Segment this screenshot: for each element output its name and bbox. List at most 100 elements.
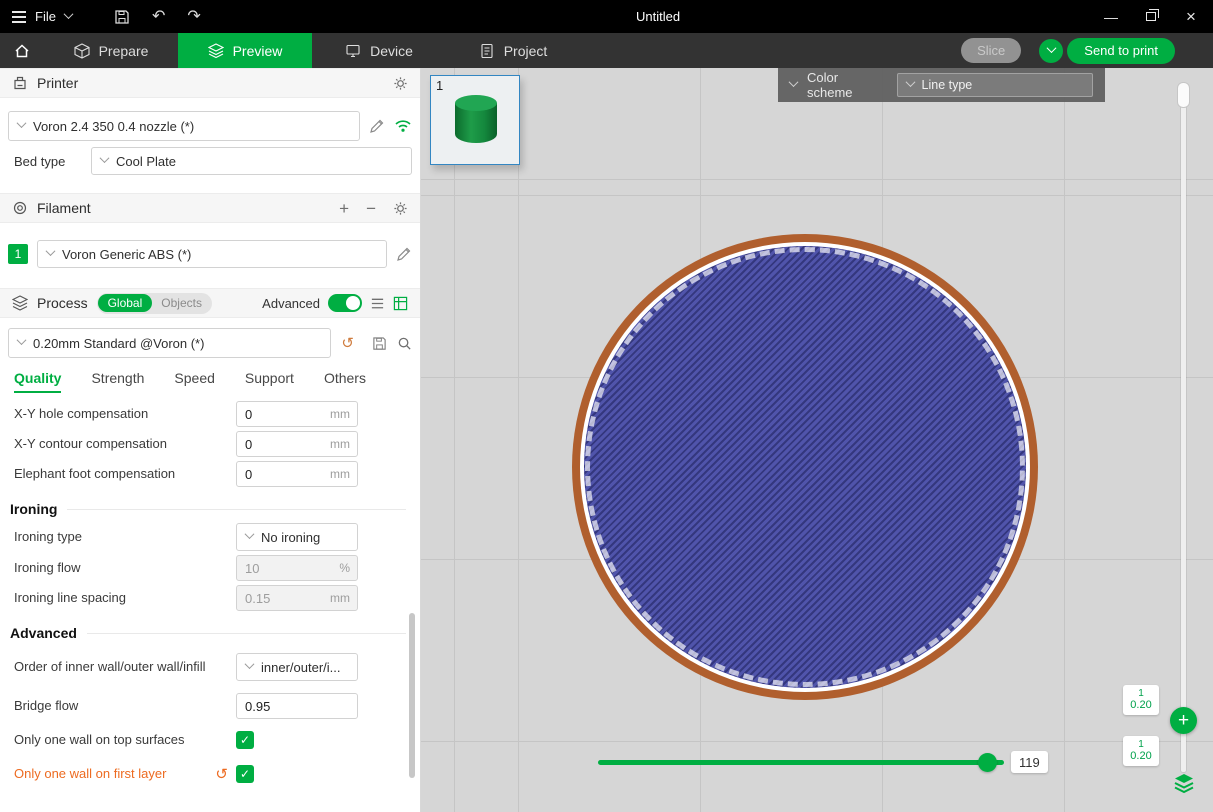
ironing-type-select[interactable]: No ironing	[236, 523, 358, 551]
scope-objects[interactable]: Objects	[152, 294, 211, 312]
tab-speed[interactable]: Speed	[174, 370, 214, 393]
send-options-button[interactable]	[1039, 39, 1063, 63]
preview-viewport[interactable]: 1 Color scheme Line type 119 1 0.20	[421, 68, 1213, 812]
move-slider-value: 119	[1011, 751, 1048, 773]
ironing-line-spacing-input	[237, 591, 327, 606]
ironing-flow-field: %	[236, 555, 358, 581]
file-menu-chevron-icon[interactable]	[64, 9, 74, 19]
unit-label: mm	[327, 467, 357, 481]
param-row: X-Y hole compensation mm	[0, 401, 420, 427]
home-button[interactable]	[0, 33, 44, 68]
tab-preview[interactable]: Preview	[178, 33, 312, 68]
edit-filament-icon[interactable]	[396, 246, 412, 262]
send-to-print-button[interactable]: Send to print	[1067, 38, 1175, 64]
param-label: Ironing type	[14, 529, 236, 545]
layers-view-button[interactable]	[1171, 770, 1197, 796]
chevron-down-icon[interactable]	[789, 77, 799, 87]
wifi-connection-icon[interactable]	[394, 119, 412, 133]
search-icon[interactable]	[397, 336, 412, 351]
edit-printer-icon[interactable]	[369, 118, 385, 134]
xy-hole-compensation-input[interactable]	[237, 407, 327, 422]
advanced-mode-label: Advanced	[262, 296, 320, 311]
save-icon[interactable]	[114, 9, 130, 25]
printer-section-title: Printer	[37, 75, 78, 91]
add-filament-icon[interactable]: +	[339, 200, 349, 217]
unit-label: mm	[327, 407, 357, 421]
chevron-down-icon	[1046, 43, 1056, 53]
plate-number: 1	[436, 78, 443, 93]
elephant-foot-compensation-input[interactable]	[237, 467, 327, 482]
plate-thumbnail[interactable]: 1	[430, 75, 520, 165]
param-row: Only one wall on first layer ↺ ✓	[0, 761, 420, 787]
close-button[interactable]: ×	[1171, 0, 1211, 33]
slice-button[interactable]: Slice	[961, 38, 1021, 63]
tab-others[interactable]: Others	[324, 370, 366, 393]
param-label-modified: Only one wall on first layer	[14, 766, 215, 782]
one-wall-top-checkbox[interactable]: ✓	[236, 731, 254, 749]
param-label: Bridge flow	[14, 698, 236, 714]
save-preset-icon[interactable]	[372, 336, 387, 351]
sidebar-scrollbar[interactable]	[409, 613, 415, 778]
param-row: Elephant foot compensation mm	[0, 461, 420, 487]
bed-type-label: Bed type	[8, 154, 82, 169]
app-window: File ↶ ↷ Untitled — × Prepare Preview	[0, 0, 1213, 812]
maximize-button[interactable]	[1131, 0, 1171, 33]
tab-prepare[interactable]: Prepare	[44, 33, 178, 68]
reset-setting-icon[interactable]: ↺	[215, 767, 228, 782]
filament-settings-gear-icon[interactable]	[393, 201, 408, 216]
bridge-flow-input[interactable]	[237, 699, 357, 714]
param-label: X-Y hole compensation	[14, 406, 236, 422]
process-scope-toggle[interactable]: Global Objects	[97, 293, 212, 314]
move-slider-handle[interactable]	[978, 753, 997, 772]
tab-project[interactable]: Project	[446, 33, 580, 68]
objects-table-icon[interactable]	[393, 296, 408, 311]
tab-device[interactable]: Device	[312, 33, 446, 68]
xy-contour-compensation-field: mm	[236, 431, 358, 457]
settings-sidebar: Printer Voron 2.4 350 0.4 nozzle (*) Bed…	[0, 68, 421, 812]
param-row: Ironing flow %	[0, 555, 420, 581]
elephant-foot-compensation-field: mm	[236, 461, 358, 487]
reset-preset-icon[interactable]: ↺	[341, 336, 354, 351]
tab-strength[interactable]: Strength	[91, 370, 144, 393]
minimize-button[interactable]: —	[1091, 0, 1131, 33]
prepare-icon	[74, 43, 90, 59]
redo-icon[interactable]: ↷	[187, 9, 200, 25]
bed-type-select[interactable]: Cool Plate	[91, 147, 412, 175]
home-icon	[13, 42, 31, 60]
unit-label: mm	[327, 437, 357, 451]
wall-order-select[interactable]: inner/outer/i...	[236, 653, 358, 681]
parameter-list-icon[interactable]	[370, 296, 385, 311]
file-menu[interactable]: File	[35, 9, 56, 24]
process-tab-bar: Quality Strength Speed Support Others	[0, 358, 420, 393]
add-layer-marker-button[interactable]: +	[1170, 707, 1197, 734]
process-preset-select[interactable]: 0.20mm Standard @Voron (*)	[8, 328, 331, 358]
remove-filament-icon[interactable]: −	[366, 200, 376, 217]
scope-global[interactable]: Global	[98, 294, 153, 312]
filament-slot-badge: 1	[8, 244, 28, 264]
xy-contour-compensation-input[interactable]	[237, 437, 327, 452]
process-section-header: Process Global Objects Advanced	[0, 288, 420, 318]
advanced-section-title: Advanced	[0, 625, 420, 641]
first-layer-render	[572, 234, 1038, 700]
color-scheme-select[interactable]: Line type	[897, 73, 1093, 97]
param-label: Ironing line spacing	[14, 590, 236, 606]
tab-quality[interactable]: Quality	[14, 370, 61, 393]
process-section-title: Process	[37, 295, 88, 311]
layer-slider-track[interactable]	[1181, 84, 1186, 772]
printer-icon	[12, 75, 28, 91]
printer-preset-select[interactable]: Voron 2.4 350 0.4 nozzle (*)	[8, 111, 360, 141]
main-menu-icon[interactable]	[12, 11, 26, 23]
filament-icon	[12, 200, 28, 216]
filament-preset-select[interactable]: Voron Generic ABS (*)	[37, 240, 387, 268]
move-slider-track[interactable]	[598, 760, 1004, 765]
color-scheme-label: Color scheme	[807, 70, 887, 100]
restore-icon	[1146, 12, 1156, 21]
advanced-mode-toggle[interactable]	[328, 294, 362, 312]
one-wall-first-checkbox[interactable]: ✓	[236, 765, 254, 783]
tab-support[interactable]: Support	[245, 370, 294, 393]
layer-slider-handle[interactable]	[1177, 82, 1190, 108]
undo-icon[interactable]: ↶	[152, 9, 165, 25]
printer-settings-gear-icon[interactable]	[393, 76, 408, 91]
param-label: Only one wall on top surfaces	[14, 732, 236, 748]
preview-icon	[208, 43, 224, 59]
